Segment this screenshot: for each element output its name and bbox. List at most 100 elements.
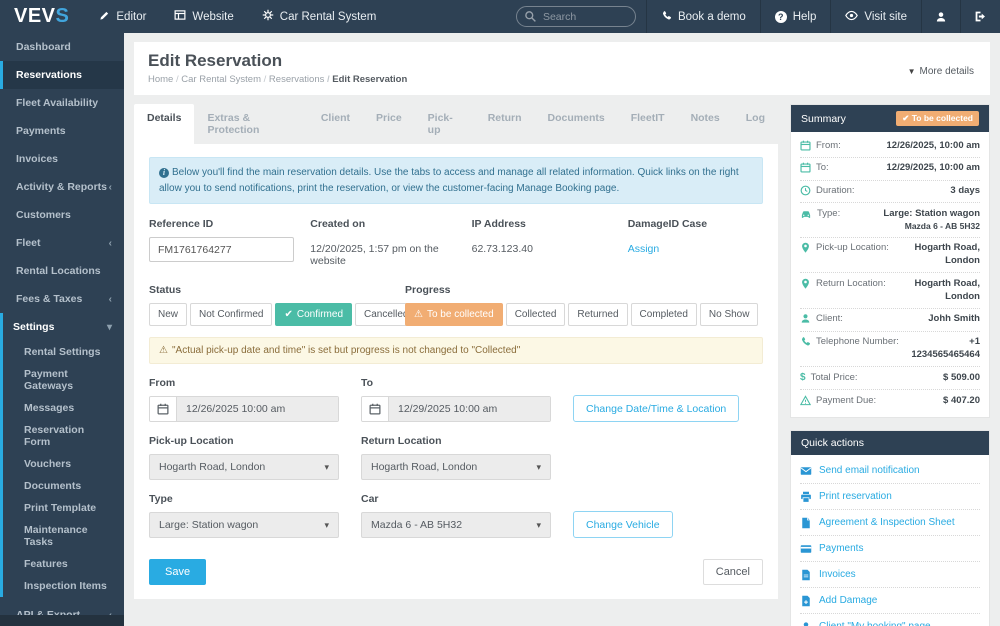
summary-panel-header: Summary ✔ To be collected <box>791 105 989 132</box>
page-header: Edit Reservation HomeCar Rental SystemRe… <box>134 42 990 95</box>
to-date-input[interactable] <box>389 397 550 421</box>
warning-triangle-icon <box>800 395 811 406</box>
calendar-icon[interactable] <box>150 397 177 421</box>
return-location-select[interactable]: Hogarth Road, London ▾ <box>361 454 551 480</box>
sidebar-item-settings[interactable]: Settings▾ <box>3 313 124 341</box>
to-label: To <box>361 377 551 389</box>
sidebar-item-rental-locations[interactable]: Rental Locations <box>0 257 124 285</box>
summary-status-badge: ✔ To be collected <box>896 111 979 126</box>
sidebar-item-activity-reports[interactable]: Activity & Reports‹ <box>0 173 124 201</box>
sidebar-item-reservations[interactable]: Reservations <box>0 61 124 89</box>
sidebar-item-invoices[interactable]: Invoices <box>0 145 124 173</box>
calendar-icon[interactable] <box>362 397 389 421</box>
tab-return[interactable]: Return <box>475 104 535 144</box>
chevron-left-icon: ‹ <box>109 238 112 249</box>
sidebar-subitem-print-template[interactable]: Print Template <box>3 497 124 519</box>
nav-editor[interactable]: Editor <box>85 0 160 33</box>
sidebar-subitem-messages[interactable]: Messages <box>3 397 124 419</box>
form-actions-row: Save Cancel <box>149 559 763 585</box>
from-date-input[interactable] <box>177 397 338 421</box>
tab-client[interactable]: Client <box>308 104 363 144</box>
assign-damage-link[interactable]: Assign <box>628 237 660 255</box>
select-caret-icon: ▾ <box>324 462 329 473</box>
sidebar-subitem-documents[interactable]: Documents <box>3 475 124 497</box>
clock-icon <box>800 185 811 196</box>
sidebar-subitem-payment-gateways[interactable]: Payment Gateways <box>3 363 124 397</box>
info-alert: iBelow you'll find the main reservation … <box>149 157 763 204</box>
tab-price[interactable]: Price <box>363 104 415 144</box>
user-account-button[interactable] <box>921 0 960 33</box>
add-damage-file-icon <box>800 595 812 607</box>
sidebar-item-fleet[interactable]: Fleet‹ <box>0 229 124 257</box>
breadcrumb-home[interactable]: Home <box>148 74 173 85</box>
status-not-confirmed-button[interactable]: Not Confirmed <box>190 303 272 326</box>
quick-action-payments[interactable]: Payments <box>800 536 980 562</box>
sidebar-subitem-features[interactable]: Features <box>3 553 124 575</box>
vehicle-row: Type Large: Station wagon ▾ Car Mazda 6 … <box>149 493 763 538</box>
progress-no-show-button[interactable]: No Show <box>700 303 759 326</box>
breadcrumb-system[interactable]: Car Rental System <box>173 74 261 85</box>
progress-label: Progress <box>405 284 763 296</box>
quick-action-send-email[interactable]: Send email notification <box>800 458 980 484</box>
nav-help[interactable]: ? Help <box>760 0 831 33</box>
breadcrumb-current: Edit Reservation <box>324 74 407 85</box>
return-location-label: Return Location <box>361 435 551 447</box>
sidebar-item-payments[interactable]: Payments <box>0 117 124 145</box>
sidebar-subitem-rental-settings[interactable]: Rental Settings <box>3 341 124 363</box>
progress-completed-button[interactable]: Completed <box>631 303 697 326</box>
tab-extras-protection[interactable]: Extras & Protection <box>194 104 307 144</box>
change-vehicle-button[interactable]: Change Vehicle <box>573 511 673 538</box>
printer-icon <box>800 491 812 503</box>
tab-log[interactable]: Log <box>733 104 778 144</box>
more-details-toggle[interactable]: ▼More details <box>908 66 974 77</box>
quick-action-agreement-inspection[interactable]: Agreement & Inspection Sheet <box>800 510 980 536</box>
progress-collected-button[interactable]: Collected <box>506 303 566 326</box>
quick-action-add-damage[interactable]: Add Damage <box>800 588 980 614</box>
tab-details[interactable]: Details <box>134 104 194 144</box>
info-icon: i <box>159 168 169 178</box>
breadcrumb-reservations[interactable]: Reservations <box>261 74 324 85</box>
nav-website[interactable]: Website <box>160 0 247 33</box>
change-datetime-location-button[interactable]: Change Date/Time & Location <box>573 395 739 422</box>
sidebar-item-customers[interactable]: Customers <box>0 201 124 229</box>
sidebar-item-fleet-availability[interactable]: Fleet Availability <box>0 89 124 117</box>
status-new-button[interactable]: New <box>149 303 187 326</box>
status-label: Status <box>149 284 405 296</box>
car-select[interactable]: Mazda 6 - AB 5H32 ▾ <box>361 512 551 538</box>
sidebar-item-fees-taxes[interactable]: Fees & Taxes‹ <box>0 285 124 313</box>
sidebar-subitem-inspection-items[interactable]: Inspection Items <box>3 575 124 597</box>
tab-fleetit[interactable]: FleetIT <box>618 104 678 144</box>
user-icon <box>935 11 947 23</box>
sidebar-subitem-maintenance-tasks[interactable]: Maintenance Tasks <box>3 519 124 553</box>
sidebar-subitem-reservation-form[interactable]: Reservation Form <box>3 419 124 453</box>
reference-id-input[interactable] <box>149 237 294 262</box>
tab-pick-up[interactable]: Pick-up <box>415 104 475 144</box>
dollar-icon: $ <box>800 372 806 383</box>
page-title: Edit Reservation <box>148 51 976 71</box>
tab-notes[interactable]: Notes <box>678 104 733 144</box>
vehicle-type-select[interactable]: Large: Station wagon ▾ <box>149 512 339 538</box>
quick-action-print-reservation[interactable]: Print reservation <box>800 484 980 510</box>
progress-to-be-collected-button[interactable]: ⚠To be collected <box>405 303 503 326</box>
nav-book-a-demo[interactable]: Book a demo <box>646 0 760 33</box>
logout-button[interactable] <box>960 0 1000 33</box>
car-icon <box>800 208 812 220</box>
vevs-logo[interactable]: VEVS <box>0 0 85 33</box>
sidebar-subitem-vouchers[interactable]: Vouchers <box>3 453 124 475</box>
nav-car-rental-system[interactable]: Car Rental System <box>248 0 391 33</box>
quick-action-client-my-booking[interactable]: Client "My booking" page <box>800 614 980 626</box>
quick-actions-panel: Quick actions Send email notification Pr… <box>790 430 990 626</box>
sidebar-footer-strip <box>0 615 124 626</box>
warning-icon: ⚠ <box>414 309 423 320</box>
save-button[interactable]: Save <box>149 559 206 585</box>
pickup-location-select[interactable]: Hogarth Road, London ▾ <box>149 454 339 480</box>
quick-action-invoices[interactable]: Invoices <box>800 562 980 588</box>
cancel-button[interactable]: Cancel <box>703 559 763 585</box>
sidebar-item-dashboard[interactable]: Dashboard <box>0 33 124 61</box>
created-on-label: Created on <box>310 218 471 230</box>
tab-documents[interactable]: Documents <box>535 104 618 144</box>
status-confirmed-button[interactable]: ✔Confirmed <box>275 303 352 326</box>
car-label: Car <box>361 493 551 505</box>
progress-returned-button[interactable]: Returned <box>568 303 627 326</box>
nav-visit-site[interactable]: Visit site <box>830 0 921 33</box>
